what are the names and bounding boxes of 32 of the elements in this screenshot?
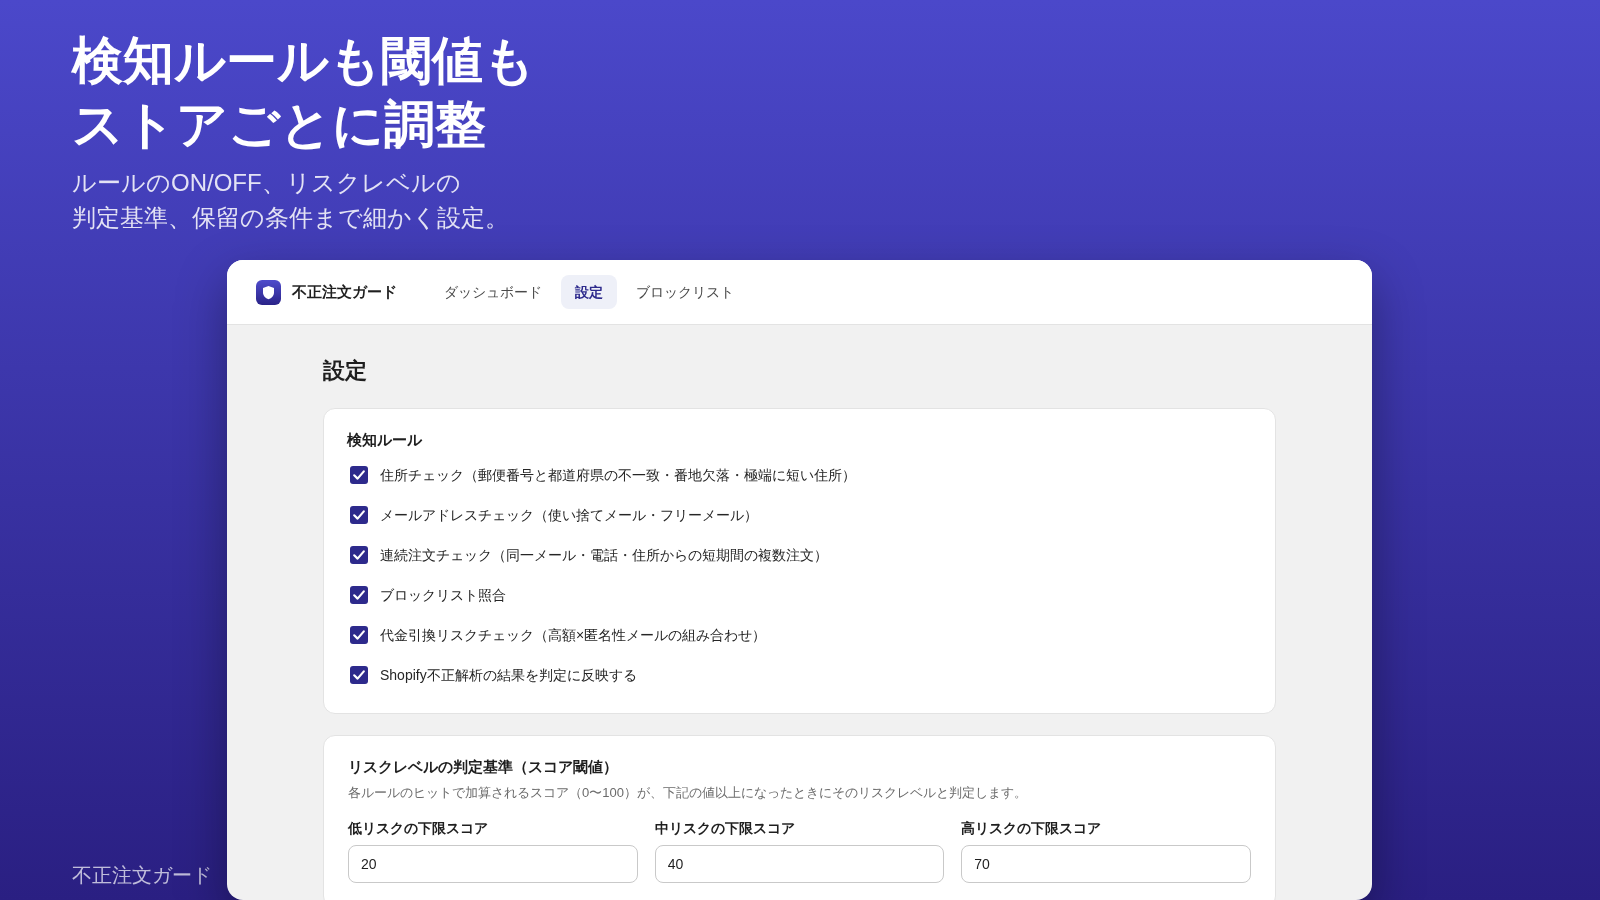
card-title: リスクレベルの判定基準（スコア閾値） <box>348 757 618 777</box>
checkbox[interactable] <box>350 586 368 604</box>
score-input[interactable]: 40 <box>654 845 945 883</box>
checkbox[interactable] <box>350 666 368 684</box>
hero-headline: 検知ルールも閾値も <box>72 31 535 91</box>
checkbox[interactable] <box>350 626 368 644</box>
rule-label: メールアドレスチェック（使い捨てメール・フリーメール） <box>380 505 758 525</box>
rule-label: 住所チェック（郵便番号と都道府県の不一致・番地欠落・極端に短い住所） <box>380 465 856 485</box>
nav-tab[interactable]: ブロックリスト <box>623 275 747 309</box>
field-label: 高リスクの下限スコア <box>961 819 1102 838</box>
nav-tab[interactable]: ダッシュボード <box>431 275 555 309</box>
card-title: 検知ルール <box>347 430 422 450</box>
field-label: 低リスクの下限スコア <box>348 819 488 838</box>
field-label: 中リスクの下限スコア <box>654 819 795 838</box>
app-name: 不正注文ガード <box>292 281 397 302</box>
hero-subtitle: ルールのON/OFF、リスクレベルの <box>72 168 461 198</box>
score-input[interactable]: 20 <box>348 845 638 883</box>
hero-headline: ストアごとに調整 <box>72 95 486 155</box>
checkbox[interactable] <box>350 466 368 484</box>
page-title: 設定 <box>323 357 367 385</box>
checkbox[interactable] <box>350 546 368 564</box>
rule-label: 代金引換リスクチェック（高額×匿名性メールの組み合わせ） <box>380 625 767 645</box>
score-input[interactable]: 70 <box>961 845 1251 883</box>
footer-brand: 不正注文ガード <box>72 863 212 888</box>
rule-label: 連続注文チェック（同一メール・電話・住所からの短期間の複数注文） <box>380 545 828 565</box>
shield-logo-icon <box>256 279 281 305</box>
nav-tab[interactable]: 設定 <box>561 275 617 309</box>
hero-subtitle: 判定基準、保留の条件まで細かく設定。 <box>72 203 509 233</box>
rule-label: ブロックリスト照合 <box>380 585 506 605</box>
rule-label: Shopify不正解析の結果を判定に反映する <box>380 665 637 685</box>
card-description: 各ルールのヒットで加算されるスコア（0〜100）が、下記の値以上になったときにそのリスクレベルと判定します。 <box>348 784 1027 802</box>
checkbox[interactable] <box>350 506 368 524</box>
